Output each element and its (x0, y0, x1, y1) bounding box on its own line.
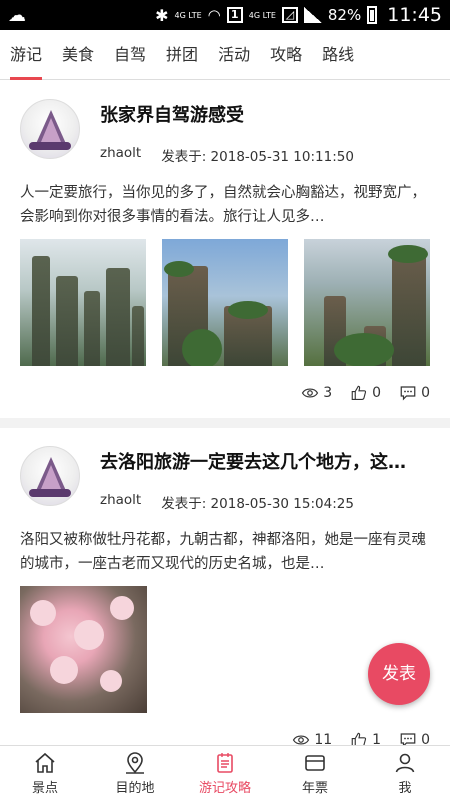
comment-count-value: 0 (421, 385, 430, 401)
post-excerpt[interactable]: 洛阳又被称做牡丹花都，九朝古都，神都洛阳，她是一座有灵魂的城市，一座古老而又现代… (20, 528, 430, 576)
post-card[interactable]: 张家界自驾游感受 zhaolt 发表于: 2018-05-31 10:11:50… (0, 81, 450, 418)
comment-count-value: 0 (421, 732, 430, 745)
view-count-value: 11 (314, 732, 333, 745)
post-header: 去洛阳旅游一定要去这几个地方，这… zhaolt 发表于: 2018-05-30… (20, 446, 430, 512)
post-header-text: 去洛阳旅游一定要去这几个地方，这… zhaolt 发表于: 2018-05-30… (100, 446, 430, 512)
like-count[interactable]: 0 (350, 384, 381, 402)
post-date: 发表于: 2018-05-31 10:11:50 (161, 149, 354, 165)
publish-button[interactable]: 发表 (368, 643, 430, 705)
nav-item-label: 目的地 (115, 780, 155, 796)
nav-item-label: 我 (398, 780, 412, 796)
clock: 11:45 (387, 4, 442, 26)
network-label-2: 4G LTE (248, 10, 276, 20)
tab-group-tour[interactable]: 拼团 (166, 30, 198, 80)
tab-events[interactable]: 活动 (218, 30, 250, 80)
no-signal-icon: ◿ (281, 7, 298, 23)
person-icon (395, 753, 415, 772)
post-feed[interactable]: 张家界自驾游感受 zhaolt 发表于: 2018-05-31 10:11:50… (0, 81, 450, 745)
post-photos (20, 586, 430, 713)
post-date: 发表于: 2018-05-30 15:04:25 (161, 496, 354, 512)
post-author[interactable]: zhaolt (100, 145, 141, 165)
post-header: 张家界自驾游感受 zhaolt 发表于: 2018-05-31 10:11:50 (20, 99, 430, 165)
post-photo[interactable] (20, 239, 146, 366)
post-meta: zhaolt 发表于: 2018-05-31 10:11:50 (100, 145, 430, 165)
nav-item-attractions[interactable]: 景点 (0, 746, 90, 800)
status-right: ✱ 4G LTE ◠ 1 4G LTE ◿ 82% 11:45 (155, 4, 442, 26)
post-stats: 3 0 0 (20, 366, 430, 418)
nav-item-label: 景点 (31, 780, 58, 796)
weather-cloud-icon: ☁ (8, 4, 26, 26)
comment-icon (400, 386, 416, 401)
location-pin-icon (126, 751, 144, 774)
tab-food[interactable]: 美食 (62, 30, 94, 80)
battery-icon (367, 6, 378, 24)
status-bar: ☁ ✱ 4G LTE ◠ 1 4G LTE ◿ 82% 11:45 (0, 0, 450, 30)
post-title[interactable]: 去洛阳旅游一定要去这几个地方，这… (100, 448, 430, 474)
eye-icon (302, 388, 319, 398)
eye-icon (293, 735, 310, 745)
category-tabs: 游记 美食 自驾 拼团 活动 攻略 路线 (0, 30, 450, 80)
comment-count[interactable]: 0 (399, 731, 430, 745)
like-count-value: 0 (372, 385, 382, 401)
nav-item-destinations[interactable]: 目的地 (90, 746, 180, 800)
post-meta: zhaolt 发表于: 2018-05-30 15:04:25 (100, 492, 430, 512)
avatar-base (29, 142, 71, 150)
nav-item-travel-guides[interactable]: 游记攻略 (180, 746, 270, 800)
post-title[interactable]: 张家界自驾游感受 (100, 101, 430, 127)
bottom-nav: 景点 目的地 游记攻略 年票 我 (0, 745, 450, 800)
app-screen: ☁ ✱ 4G LTE ◠ 1 4G LTE ◿ 82% 11:45 游记 美食 … (0, 0, 450, 800)
tab-routes[interactable]: 路线 (322, 30, 354, 80)
post-photos (20, 239, 430, 366)
notebook-icon (217, 752, 233, 773)
thumbs-up-icon (351, 732, 367, 745)
post-photo[interactable] (162, 239, 288, 366)
comment-icon (400, 733, 416, 745)
view-count: 3 (301, 384, 332, 402)
status-left: ☁ (8, 5, 155, 26)
view-count: 11 (292, 731, 332, 745)
home-icon (35, 752, 55, 773)
nav-item-me[interactable]: 我 (360, 746, 450, 800)
post-excerpt[interactable]: 人一定要旅行，当你见的多了，自然就会心胸豁达，视野宽广，会影响到你对很多事情的看… (20, 181, 430, 229)
nav-item-label: 年票 (301, 780, 328, 796)
signal-strength-icon (303, 7, 322, 23)
comment-count[interactable]: 0 (399, 384, 430, 402)
post-photo[interactable] (20, 586, 147, 713)
thumbs-up-icon (351, 385, 367, 400)
like-count-value: 1 (372, 732, 382, 745)
post-photo[interactable] (304, 239, 430, 366)
tab-guides[interactable]: 攻略 (270, 30, 302, 80)
avatar-tower-highlight (41, 465, 61, 489)
avatar-base (29, 489, 71, 497)
post-header-text: 张家界自驾游感受 zhaolt 发表于: 2018-05-31 10:11:50 (100, 99, 430, 165)
tab-self-drive[interactable]: 自驾 (114, 30, 146, 80)
sim-badge: 1 (226, 7, 243, 23)
card-icon (305, 754, 325, 771)
like-count[interactable]: 1 (350, 731, 381, 745)
view-count-value: 3 (323, 385, 333, 401)
tab-travelogue[interactable]: 游记 (10, 30, 43, 80)
battery-percent: 82% (327, 6, 362, 24)
avatar[interactable] (20, 446, 80, 506)
avatar[interactable] (20, 99, 80, 159)
network-label: 4G LTE (174, 10, 202, 20)
wifi-icon: ◠ (207, 6, 221, 24)
bluetooth-icon: ✱ (155, 5, 169, 25)
post-author[interactable]: zhaolt (100, 492, 141, 512)
avatar-tower-highlight (41, 118, 61, 142)
nav-item-annual-pass[interactable]: 年票 (270, 746, 360, 800)
nav-item-label: 游记攻略 (198, 780, 251, 796)
post-stats: 11 1 0 (20, 713, 430, 745)
